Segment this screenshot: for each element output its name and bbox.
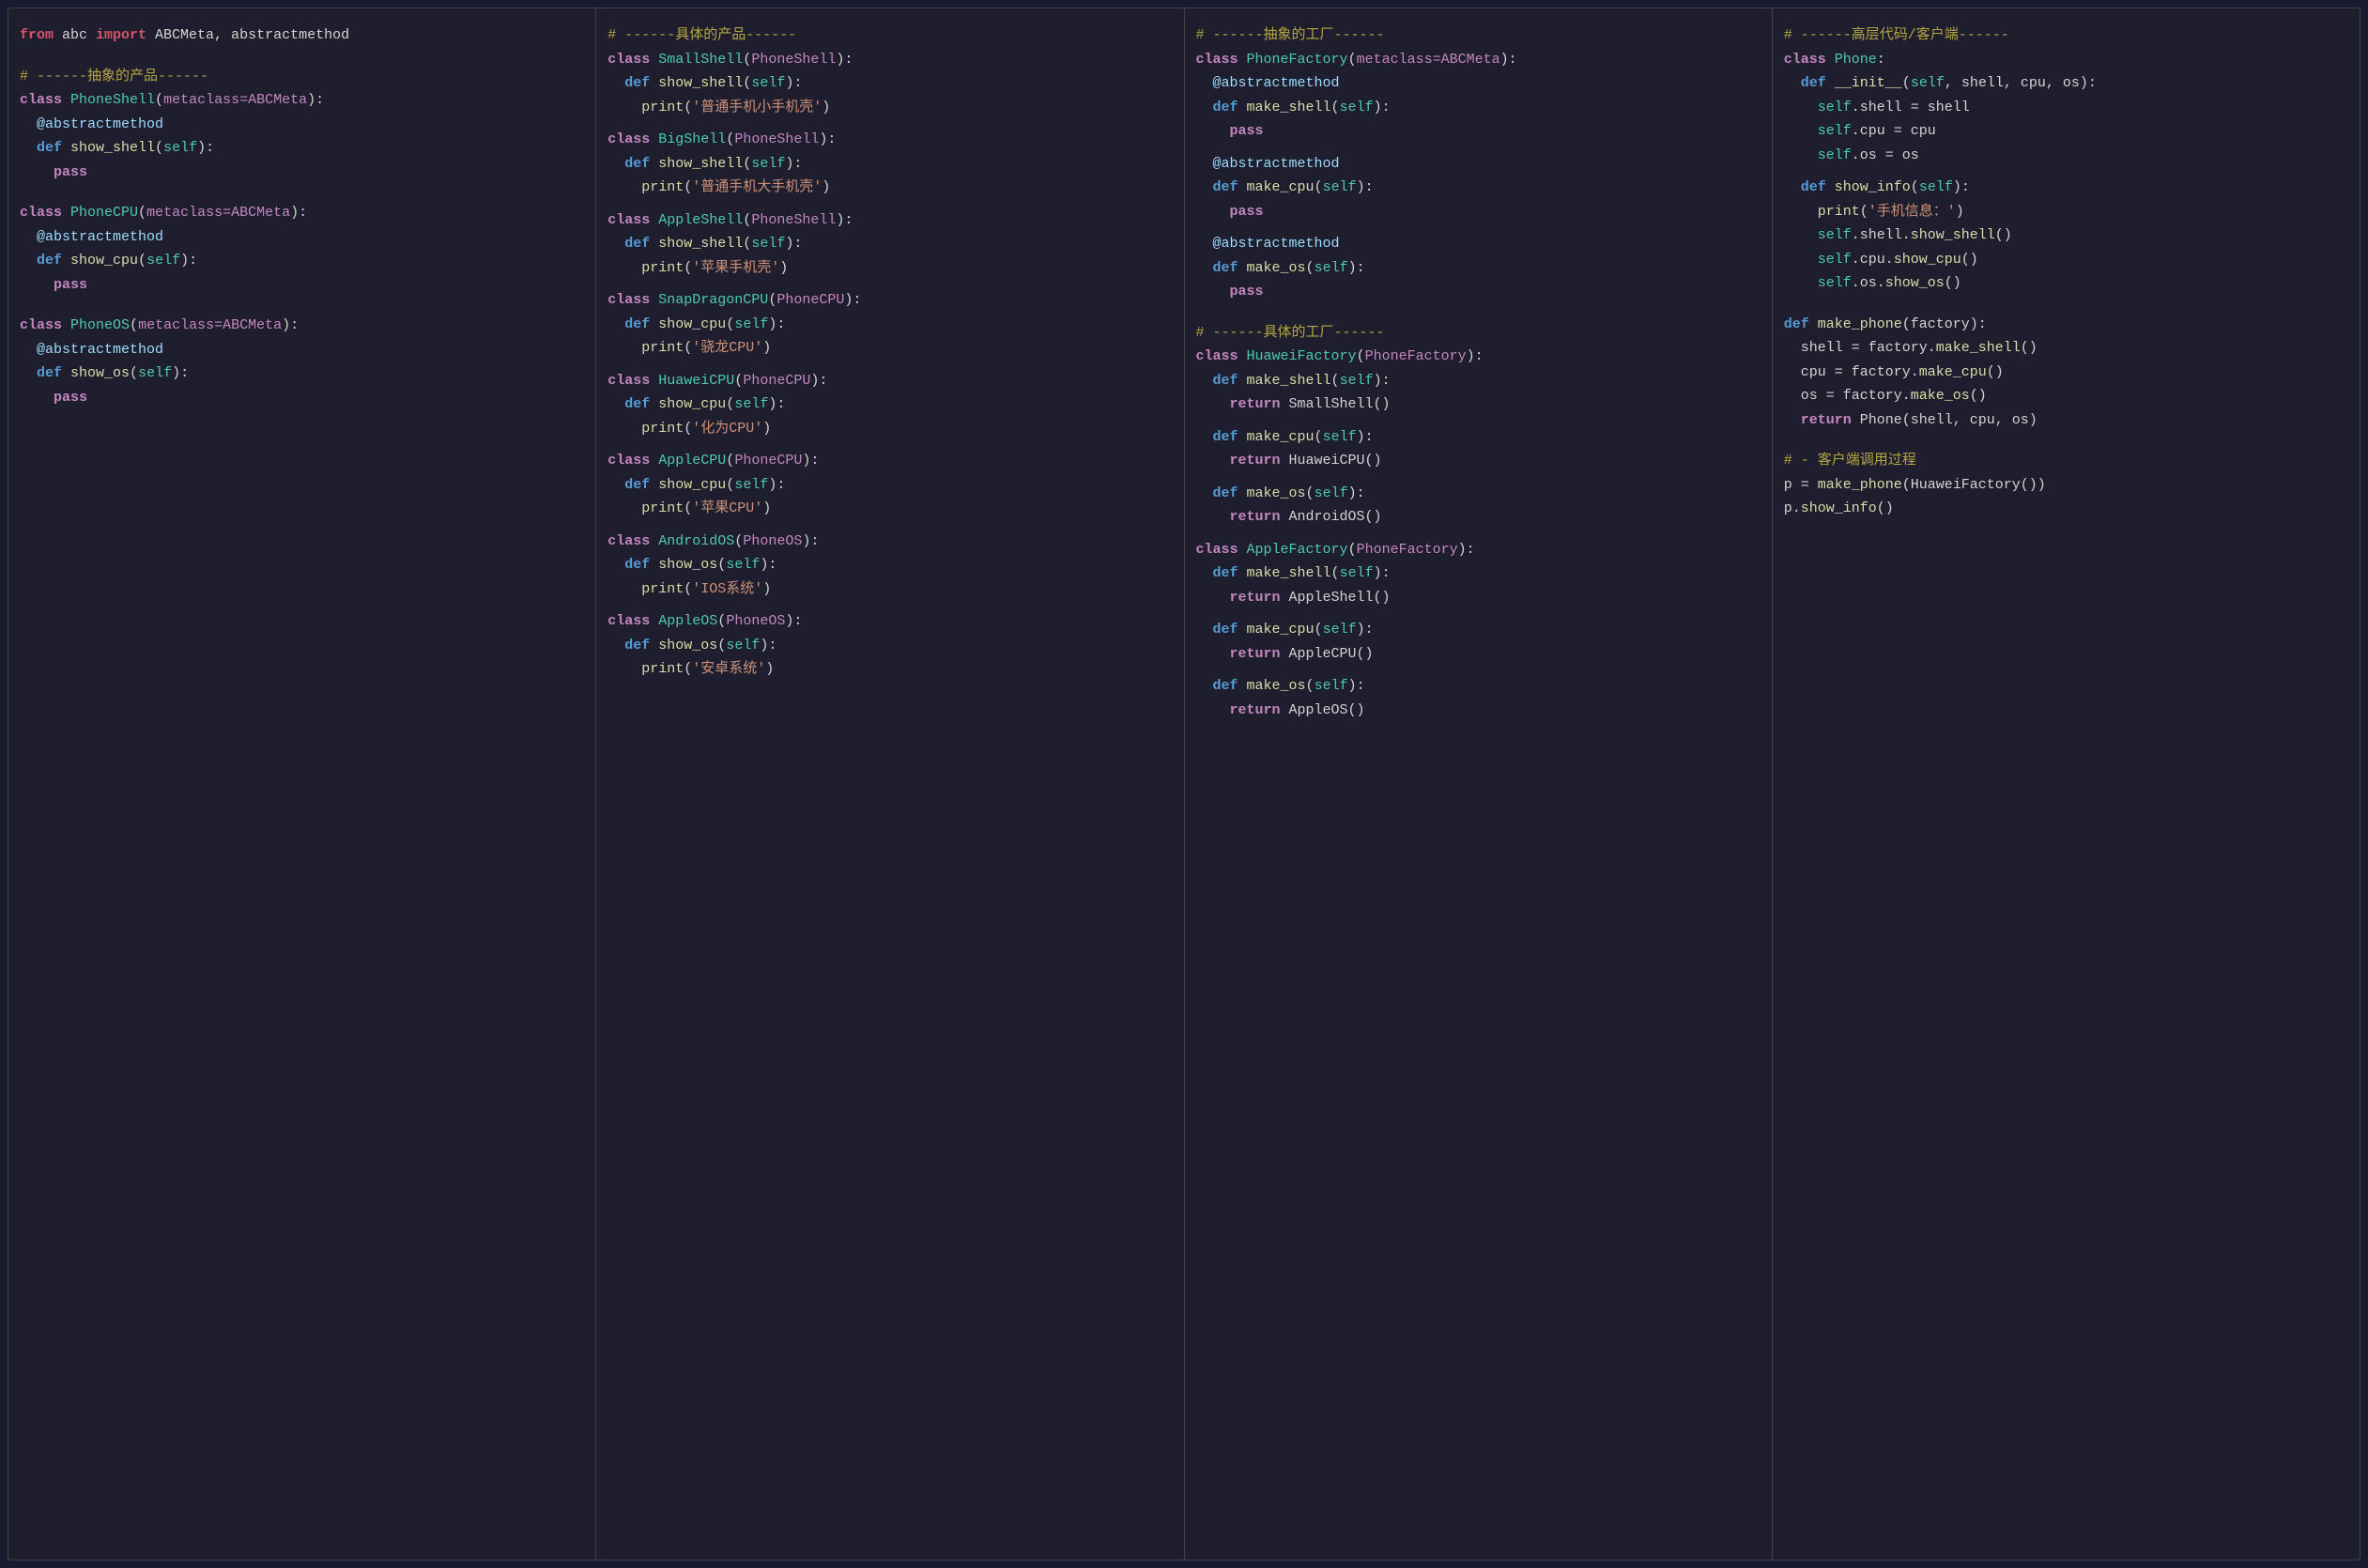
panel-concrete-products: # ------具体的产品------ class SmallShell(Pho… bbox=[596, 8, 1184, 1560]
line-class-applefactory: class AppleFactory(PhoneFactory): bbox=[1196, 538, 1761, 562]
line-class-bigshell: class BigShell(PhoneShell): bbox=[607, 128, 1172, 152]
line-show-cpu-call: self.cpu.show_cpu() bbox=[1784, 248, 2348, 272]
line-decorator-factory-1: @abstractmethod bbox=[1196, 71, 1761, 96]
line-decorator-3: @abstractmethod bbox=[20, 338, 584, 362]
line-def-show-cpu-snapdragon: def show_cpu(self): bbox=[607, 313, 1172, 337]
line-shell-var: shell = factory.make_shell() bbox=[1784, 336, 2348, 361]
line-self-shell: self.shell = shell bbox=[1784, 96, 2348, 120]
line-print-android: print('安卓系统') bbox=[607, 657, 1172, 682]
line-print-apple-shell: print('苹果手机壳') bbox=[607, 256, 1172, 281]
line-return-huaweicpu: return HuaweiCPU() bbox=[1196, 449, 1761, 473]
line-def-show-info: def show_info(self): bbox=[1784, 176, 2348, 200]
line-def-show-shell: def show_shell(self): bbox=[20, 136, 584, 161]
line-def-make-os-huawei: def make_os(self): bbox=[1196, 482, 1761, 506]
line-def-show-cpu-apple: def show_cpu(self): bbox=[607, 473, 1172, 498]
line-comment-concrete-product: # ------具体的产品------ bbox=[607, 23, 1172, 48]
line-def-make-cpu-huawei: def make_cpu(self): bbox=[1196, 425, 1761, 450]
line-def-make-shell-huawei: def make_shell(self): bbox=[1196, 369, 1761, 393]
line-class-androidos: class AndroidOS(PhoneOS): bbox=[607, 530, 1172, 554]
line-comment-abstract-product: # ------抽象的产品------ bbox=[20, 65, 584, 89]
panel-factory: # ------抽象的工厂------ class PhoneFactory(m… bbox=[1185, 8, 1773, 1560]
line-print-apple-cpu: print('苹果CPU') bbox=[607, 497, 1172, 521]
line-class-snapdragoncpu: class SnapDragonCPU(PhoneCPU): bbox=[607, 288, 1172, 313]
line-def-make-phone: def make_phone(factory): bbox=[1784, 313, 2348, 337]
line-def-make-os-apple: def make_os(self): bbox=[1196, 674, 1761, 699]
line-def-show-os-apple: def show_os(self): bbox=[607, 634, 1172, 658]
line-import: from abc import ABCMeta, abstractmethod bbox=[20, 23, 584, 48]
line-comment-client: # - 客户端调用过程 bbox=[1784, 449, 2348, 473]
line-pass-2: pass bbox=[20, 273, 584, 298]
line-def-make-cpu-abs: def make_cpu(self): bbox=[1196, 176, 1761, 200]
line-comment-concrete-factory: # ------具体的工厂------ bbox=[1196, 321, 1761, 346]
line-class-phone: class Phone: bbox=[1784, 48, 2348, 72]
panel-abstract-products: from abc import ABCMeta, abstractmethod … bbox=[8, 8, 596, 1560]
line-pass-factory-2: pass bbox=[1196, 200, 1761, 224]
line-class-appleshell: class AppleShell(PhoneShell): bbox=[607, 208, 1172, 233]
line-decorator-2: @abstractmethod bbox=[20, 225, 584, 250]
line-print-snapdragon: print('骁龙CPU') bbox=[607, 336, 1172, 361]
line-print-phone-info: print('手机信息：') bbox=[1784, 200, 2348, 224]
line-def-make-cpu-apple: def make_cpu(self): bbox=[1196, 618, 1761, 642]
line-class-huaweicpu: class HuaweiCPU(PhoneCPU): bbox=[607, 369, 1172, 393]
line-show-shell-call: self.shell.show_shell() bbox=[1784, 223, 2348, 248]
line-class-smallshell: class SmallShell(PhoneShell): bbox=[607, 48, 1172, 72]
line-class-applecpu: class AppleCPU(PhoneCPU): bbox=[607, 449, 1172, 473]
line-os-var: os = factory.make_os() bbox=[1784, 384, 2348, 408]
line-def-make-shell-apple: def make_shell(self): bbox=[1196, 561, 1761, 586]
line-print-big-shell: print('普通手机大手机壳') bbox=[607, 176, 1172, 200]
line-pass-factory-1: pass bbox=[1196, 119, 1761, 144]
line-decorator-factory-3: @abstractmethod bbox=[1196, 232, 1761, 256]
line-def-make-os-abs: def make_os(self): bbox=[1196, 256, 1761, 281]
line-return-applecpu: return AppleCPU() bbox=[1196, 642, 1761, 667]
line-print-huawei-cpu: print('化为CPU') bbox=[607, 417, 1172, 441]
line-class-phonecpu: class PhoneCPU(metaclass=ABCMeta): bbox=[20, 201, 584, 225]
line-class-phonefactory: class PhoneFactory(metaclass=ABCMeta): bbox=[1196, 48, 1761, 72]
line-return-smallshell: return SmallShell() bbox=[1196, 392, 1761, 417]
line-comment-abstract-factory: # ------抽象的工厂------ bbox=[1196, 23, 1761, 48]
line-pass-3: pass bbox=[20, 386, 584, 410]
line-def-show-cpu-huawei: def show_cpu(self): bbox=[607, 392, 1172, 417]
line-return-appleshell: return AppleShell() bbox=[1196, 586, 1761, 610]
panel-client: # ------高层代码/客户端------ class Phone: def … bbox=[1773, 8, 2360, 1560]
line-def-make-shell-abs: def make_shell(self): bbox=[1196, 96, 1761, 120]
code-container: from abc import ABCMeta, abstractmethod … bbox=[8, 8, 2360, 1560]
line-return-appleos: return AppleOS() bbox=[1196, 699, 1761, 723]
line-p-show-info: p.show_info() bbox=[1784, 497, 2348, 521]
line-def-show-cpu: def show_cpu(self): bbox=[20, 249, 584, 273]
line-self-cpu: self.cpu = cpu bbox=[1784, 119, 2348, 144]
line-return-phone: return Phone(shell, cpu, os) bbox=[1784, 408, 2348, 433]
line-cpu-var: cpu = factory.make_cpu() bbox=[1784, 361, 2348, 385]
line-decorator-factory-2: @abstractmethod bbox=[1196, 152, 1761, 177]
line-pass-1: pass bbox=[20, 161, 584, 185]
line-def-show-shell-apple: def show_shell(self): bbox=[607, 232, 1172, 256]
line-def-show-os: def show_os(self): bbox=[20, 361, 584, 386]
line-class-huaweifactory: class HuaweiFactory(PhoneFactory): bbox=[1196, 345, 1761, 369]
line-comment-highlevel: # ------高层代码/客户端------ bbox=[1784, 23, 2348, 48]
line-def-show-shell-small: def show_shell(self): bbox=[607, 71, 1172, 96]
line-self-os: self.os = os bbox=[1784, 144, 2348, 168]
line-class-phoneshell: class PhoneShell(metaclass=ABCMeta): bbox=[20, 88, 584, 113]
line-class-phoneos: class PhoneOS(metaclass=ABCMeta): bbox=[20, 314, 584, 338]
line-pass-factory-3: pass bbox=[1196, 280, 1761, 304]
line-return-androidos: return AndroidOS() bbox=[1196, 505, 1761, 530]
line-def-show-shell-big: def show_shell(self): bbox=[607, 152, 1172, 177]
line-def-init: def __init__(self, shell, cpu, os): bbox=[1784, 71, 2348, 96]
line-decorator-1: @abstractmethod bbox=[20, 113, 584, 137]
line-def-show-os-android: def show_os(self): bbox=[607, 553, 1172, 577]
line-print-ios: print('IOS系统') bbox=[607, 577, 1172, 602]
line-print-small-shell: print('普通手机小手机壳') bbox=[607, 96, 1172, 120]
line-p-assign: p = make_phone(HuaweiFactory()) bbox=[1784, 473, 2348, 498]
line-class-appleos: class AppleOS(PhoneOS): bbox=[607, 609, 1172, 634]
line-show-os-call: self.os.show_os() bbox=[1784, 271, 2348, 296]
